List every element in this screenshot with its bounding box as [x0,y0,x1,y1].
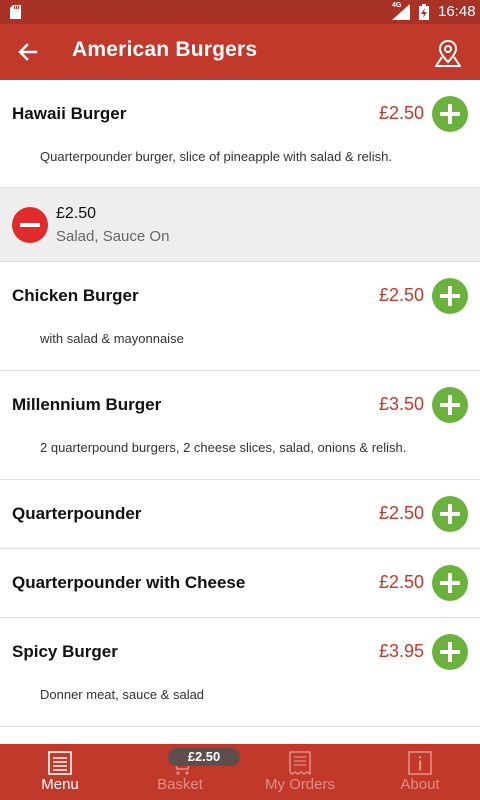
item-name: Spicy Burger [12,642,118,661]
item-description: Quarterpounder burger, slice of pineappl… [40,149,392,164]
basket-line-item: £2.50 Salad, Sauce On [0,188,480,262]
tab-menu[interactable]: Menu [0,744,120,800]
item-price: £2.50 [378,572,424,592]
battery-charging-icon [419,4,429,20]
item-price: £2.50 [378,103,424,123]
item-name: Quarterpounder [12,504,142,523]
tab-label: Basket [157,776,203,793]
menu-item: Millennium Burger £3.50 2 quarterpound b… [0,371,480,480]
back-arrow-icon[interactable] [16,40,40,64]
tab-label: My Orders [264,776,335,793]
info-icon [408,751,432,775]
item-description: with salad & mayonnaise [40,331,184,346]
sd-card-icon [10,5,21,19]
item-price: £3.95 [378,641,424,661]
tab-my-orders[interactable]: My Orders [240,744,360,800]
item-name: Hawaii Burger [12,104,127,123]
menu-item-list: Hawaii Burger £2.50 Quarterpounder burge… [0,80,480,744]
item-price: £2.50 [378,285,424,305]
add-item-button[interactable] [432,387,468,423]
status-bar: 4G 16:48 [0,0,480,24]
item-name: Millennium Burger [12,395,162,414]
tab-about[interactable]: About [360,744,480,800]
bottom-navigation: Menu Basket My Orders About £2.50 [0,744,480,800]
add-item-button[interactable] [432,565,468,601]
add-item-button[interactable] [432,634,468,670]
menu-list-icon [48,751,72,775]
line-item-options: Salad, Sauce On [56,228,170,245]
item-name: Quarterpounder with Cheese [12,573,246,592]
menu-item: Quarterpounder £2.50 [0,480,480,549]
tab-label: About [400,776,440,793]
page-title: American Burgers [72,38,258,61]
item-price: £2.50 [378,503,424,523]
remove-item-button[interactable] [12,207,48,243]
menu-item: Hawaii Burger £2.50 Quarterpounder burge… [0,80,480,188]
add-item-button[interactable] [432,496,468,532]
item-description: Donner meat, sauce & salad [40,687,205,702]
basket-total-badge: £2.50 [168,748,240,766]
add-item-button[interactable] [432,96,468,132]
menu-item: Spicy Burger £3.95 Donner meat, sauce & … [0,618,480,727]
item-description: 2 quarterpound burgers, 2 cheese slices,… [40,440,407,455]
item-name: Chicken Burger [12,286,139,305]
receipt-icon [289,751,311,776]
app-bar: American Burgers [0,24,480,80]
map-location-icon[interactable] [432,37,464,69]
line-item-price: £2.50 [56,205,97,222]
tab-label: Menu [41,776,79,793]
network-type: 4G [392,2,402,9]
add-item-button[interactable] [432,278,468,314]
item-price: £3.50 [378,394,424,414]
menu-item: Quarterpounder with Cheese £2.50 [0,549,480,618]
clock: 16:48 [438,3,476,20]
menu-item: Chicken Burger £2.50 with salad & mayonn… [0,262,480,371]
